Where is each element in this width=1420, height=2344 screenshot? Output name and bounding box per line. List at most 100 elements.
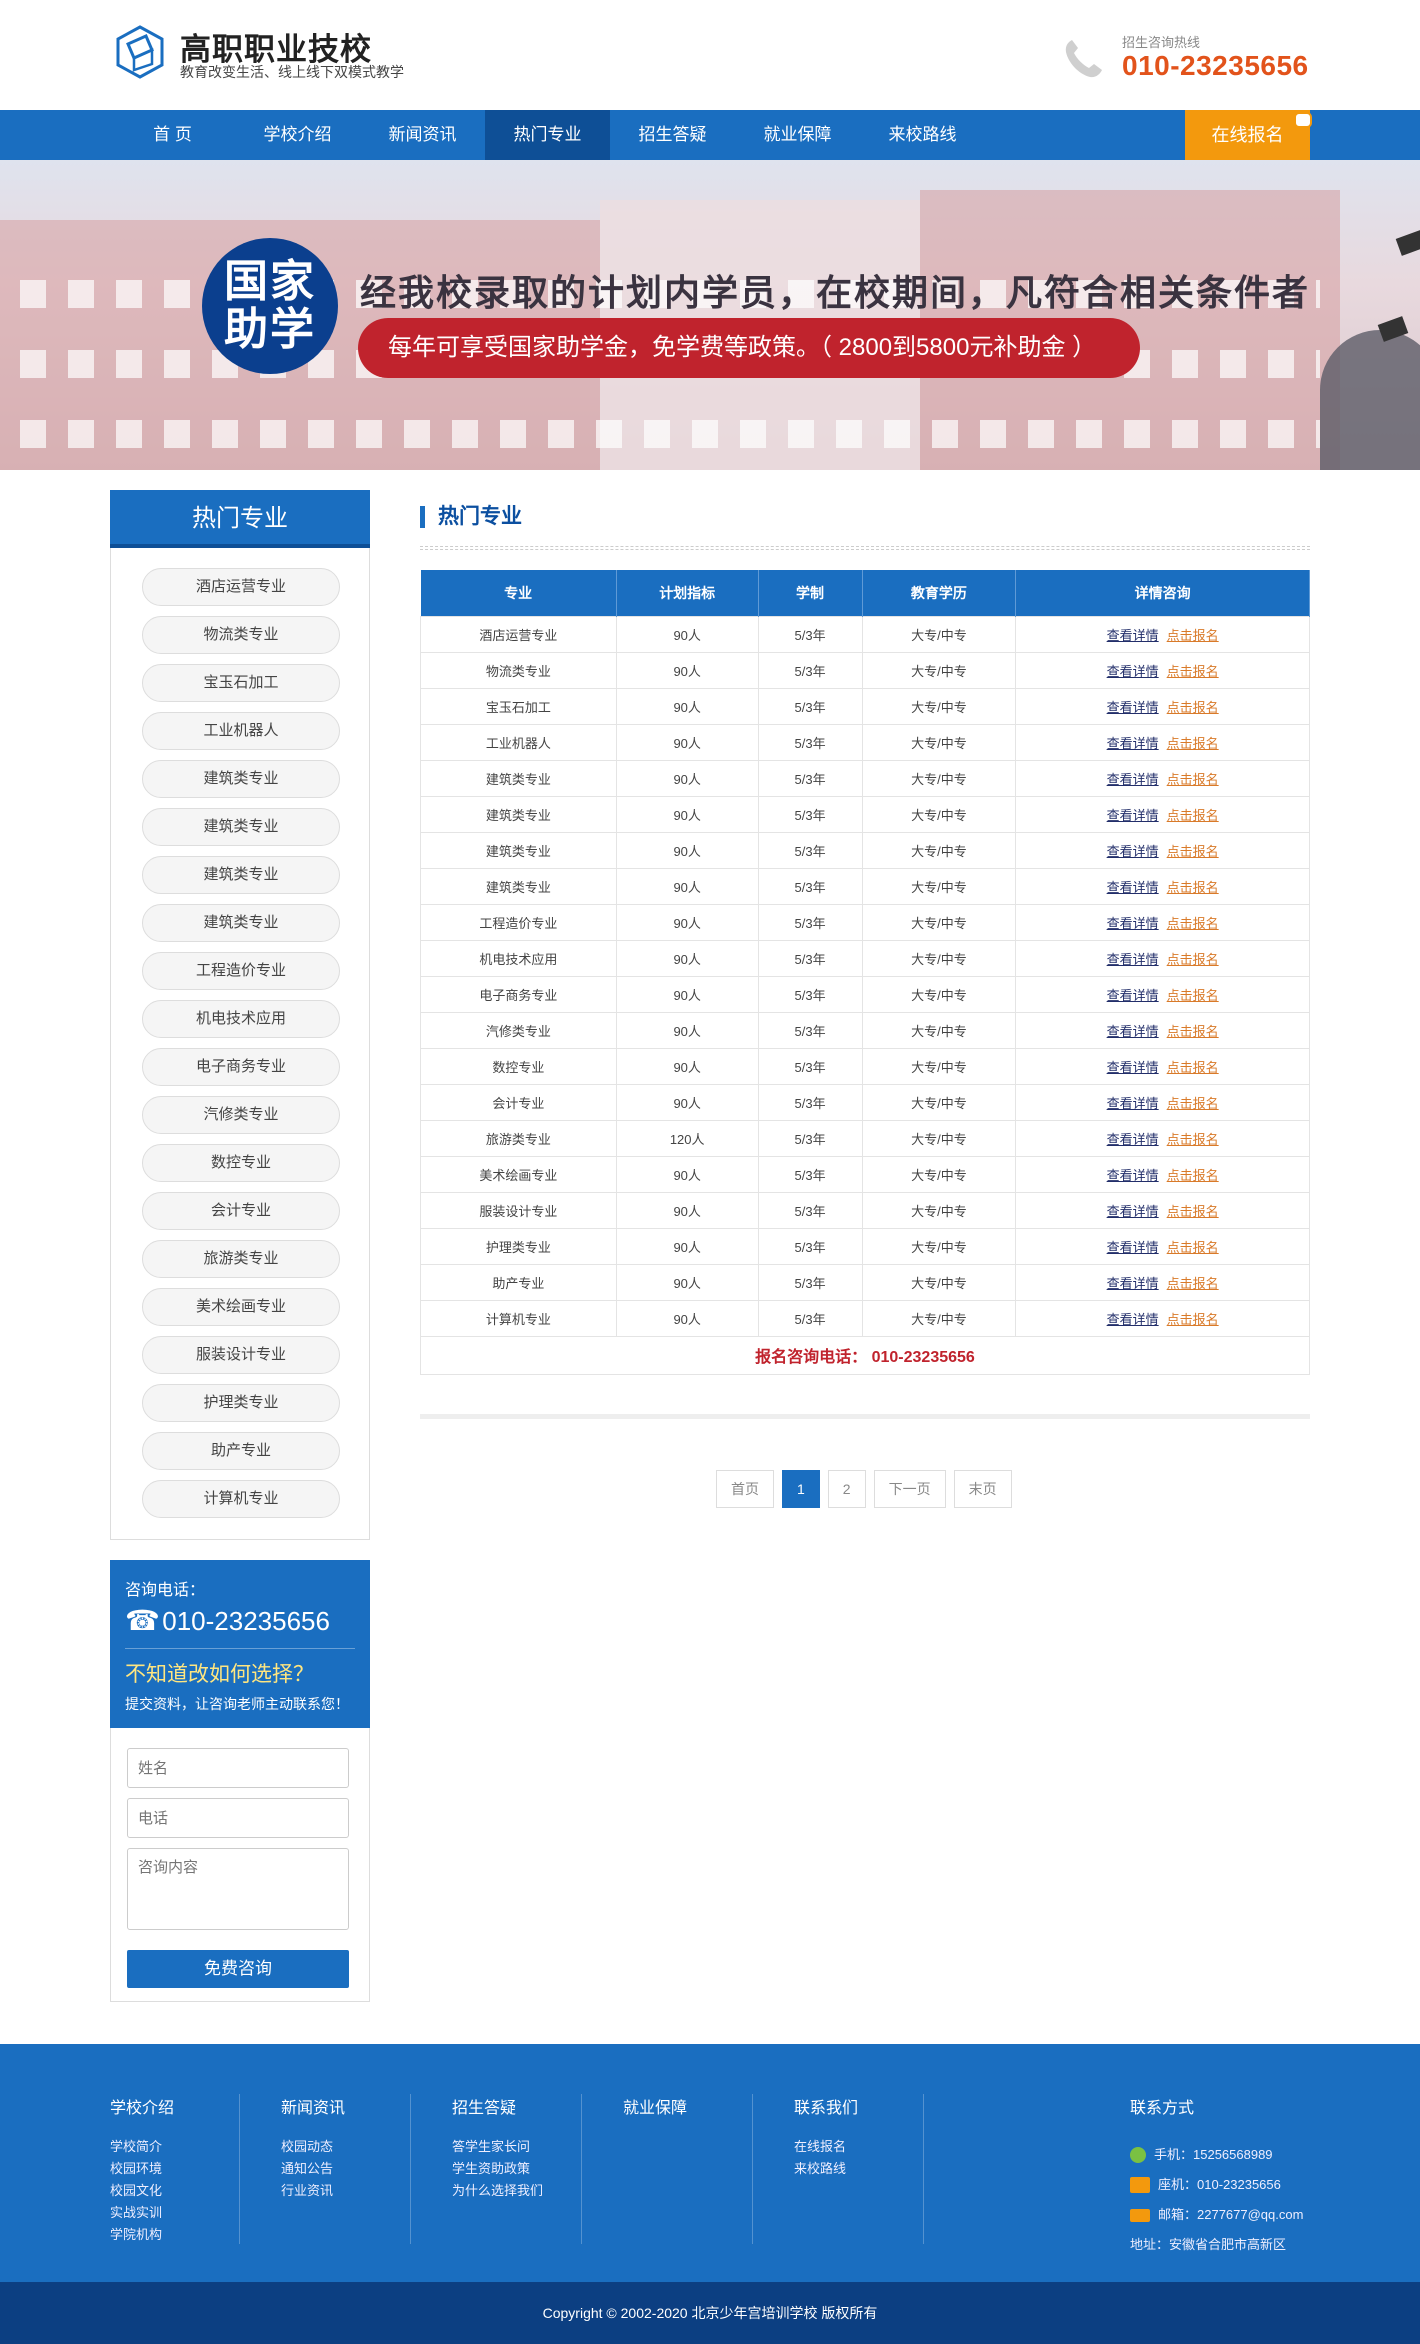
footer-col-title[interactable]: 就业保障 — [623, 2094, 752, 2118]
sidebar-item[interactable]: 宝玉石加工 — [142, 664, 340, 702]
footer-col: 学校介绍学校简介 校园环境 校园文化 实战实训 学院机构 — [110, 2094, 240, 2244]
sidebar-item[interactable]: 物流类专业 — [142, 616, 340, 654]
sidebar-item[interactable]: 工业机器人 — [142, 712, 340, 750]
footer-link[interactable]: 来校路线 — [794, 2158, 923, 2180]
nav-item-4[interactable]: 招生答疑 — [610, 110, 735, 160]
sidebar-item[interactable]: 护理类专业 — [142, 1384, 340, 1422]
apply-link[interactable]: 点击报名 — [1167, 664, 1219, 679]
pager-item[interactable]: 下一页 — [873, 1470, 946, 1508]
nav-item-0[interactable]: 首 页 — [110, 110, 235, 160]
apply-link[interactable]: 点击报名 — [1167, 844, 1219, 859]
view-detail-link[interactable]: 查看详情 — [1107, 664, 1159, 679]
sidebar-item[interactable]: 机电技术应用 — [142, 1000, 340, 1038]
sidebar-item[interactable]: 建筑类专业 — [142, 856, 340, 894]
apply-link[interactable]: 点击报名 — [1167, 1312, 1219, 1327]
sidebar-item[interactable]: 服装设计专业 — [142, 1336, 340, 1374]
view-detail-link[interactable]: 查看详情 — [1107, 1132, 1159, 1147]
phone-input[interactable] — [127, 1798, 349, 1838]
footer-col-title[interactable]: 招生答疑 — [452, 2094, 581, 2118]
view-detail-link[interactable]: 查看详情 — [1107, 1276, 1159, 1291]
sidebar-item[interactable]: 美术绘画专业 — [142, 1288, 340, 1326]
footer-col-title[interactable]: 联系我们 — [794, 2094, 923, 2118]
view-detail-link[interactable]: 查看详情 — [1107, 916, 1159, 931]
apply-link[interactable]: 点击报名 — [1167, 1276, 1219, 1291]
free-consult-button[interactable]: 免费咨询 — [127, 1950, 349, 1988]
sidebar-item[interactable]: 汽修类专业 — [142, 1096, 340, 1134]
apply-link[interactable]: 点击报名 — [1167, 952, 1219, 967]
nav-item-6[interactable]: 来校路线 — [860, 110, 985, 160]
nav-item-1[interactable]: 学校介绍 — [235, 110, 360, 160]
footer-link[interactable]: 学院机构 — [110, 2224, 239, 2246]
pager-item[interactable]: 1 — [782, 1470, 820, 1508]
view-detail-link[interactable]: 查看详情 — [1107, 1060, 1159, 1075]
view-detail-link[interactable]: 查看详情 — [1107, 1168, 1159, 1183]
footer-link[interactable]: 校园动态 — [281, 2136, 410, 2158]
logo-icon[interactable] — [112, 24, 168, 80]
view-detail-link[interactable]: 查看详情 — [1107, 880, 1159, 895]
apply-link[interactable]: 点击报名 — [1167, 1024, 1219, 1039]
sidebar-item[interactable]: 酒店运营专业 — [142, 568, 340, 606]
pager-item[interactable]: 末页 — [953, 1470, 1012, 1508]
view-detail-link[interactable]: 查看详情 — [1107, 1024, 1159, 1039]
content-textarea[interactable] — [127, 1848, 349, 1930]
apply-link[interactable]: 点击报名 — [1167, 1168, 1219, 1183]
apply-link[interactable]: 点击报名 — [1167, 916, 1219, 931]
nav-item-5[interactable]: 就业保障 — [735, 110, 860, 160]
nav-item-2[interactable]: 新闻资讯 — [360, 110, 485, 160]
apply-link[interactable]: 点击报名 — [1167, 1060, 1219, 1075]
sidebar-item[interactable]: 建筑类专业 — [142, 808, 340, 846]
footer-link[interactable]: 校园环境 — [110, 2158, 239, 2180]
view-detail-link[interactable]: 查看详情 — [1107, 736, 1159, 751]
footer-link[interactable]: 学生资助政策 — [452, 2158, 581, 2180]
footer-link[interactable]: 行业资讯 — [281, 2180, 410, 2202]
apply-online-button[interactable]: 在线报名 — [1185, 110, 1312, 160]
footer-link[interactable]: 在线报名 — [794, 2136, 923, 2158]
apply-link[interactable]: 点击报名 — [1167, 880, 1219, 895]
view-detail-link[interactable]: 查看详情 — [1107, 1240, 1159, 1255]
sidebar-item[interactable]: 旅游类专业 — [142, 1240, 340, 1278]
footer-link[interactable]: 实战实训 — [110, 2202, 239, 2224]
view-detail-link[interactable]: 查看详情 — [1107, 952, 1159, 967]
apply-link[interactable]: 点击报名 — [1167, 808, 1219, 823]
view-detail-link[interactable]: 查看详情 — [1107, 700, 1159, 715]
apply-link[interactable]: 点击报名 — [1167, 1096, 1219, 1111]
sidebar-item[interactable]: 工程造价专业 — [142, 952, 340, 990]
name-input[interactable] — [127, 1748, 349, 1788]
apply-link[interactable]: 点击报名 — [1167, 1204, 1219, 1219]
apply-link[interactable]: 点击报名 — [1167, 772, 1219, 787]
footer-col-title[interactable]: 学校介绍 — [110, 2094, 239, 2118]
footer-link[interactable]: 学校简介 — [110, 2136, 239, 2158]
apply-link[interactable]: 点击报名 — [1167, 1132, 1219, 1147]
sidebar-item[interactable]: 计算机专业 — [142, 1480, 340, 1518]
view-detail-link[interactable]: 查看详情 — [1107, 772, 1159, 787]
view-detail-link[interactable]: 查看详情 — [1107, 1312, 1159, 1327]
view-detail-link[interactable]: 查看详情 — [1107, 1204, 1159, 1219]
table-cell: 大专/中专 — [861, 1011, 1017, 1049]
sidebar-item[interactable]: 会计专业 — [142, 1192, 340, 1230]
footer-col-title[interactable]: 新闻资讯 — [281, 2094, 410, 2118]
footer-link[interactable]: 为什么选择我们 — [452, 2180, 581, 2202]
view-detail-link[interactable]: 查看详情 — [1107, 988, 1159, 1003]
apply-link[interactable]: 点击报名 — [1167, 700, 1219, 715]
sidebar-item[interactable]: 数控专业 — [142, 1144, 340, 1182]
footer-link[interactable]: 答学生家长问 — [452, 2136, 581, 2158]
apply-link[interactable]: 点击报名 — [1167, 988, 1219, 1003]
apply-link[interactable]: 点击报名 — [1167, 1240, 1219, 1255]
sidebar-item[interactable]: 建筑类专业 — [142, 904, 340, 942]
view-detail-link[interactable]: 查看详情 — [1107, 628, 1159, 643]
view-detail-link[interactable]: 查看详情 — [1107, 844, 1159, 859]
view-detail-link[interactable]: 查看详情 — [1107, 808, 1159, 823]
sidebar-item[interactable]: 助产专业 — [142, 1432, 340, 1470]
table-cell: 5/3年 — [757, 1191, 863, 1229]
footer-link[interactable]: 校园文化 — [110, 2180, 239, 2202]
sidebar-item[interactable]: 建筑类专业 — [142, 760, 340, 798]
apply-link[interactable]: 点击报名 — [1167, 736, 1219, 751]
view-detail-link[interactable]: 查看详情 — [1107, 1096, 1159, 1111]
table-cell-actions: 查看详情 点击报名 — [1015, 939, 1310, 977]
pager-item[interactable]: 2 — [827, 1470, 866, 1508]
apply-link[interactable]: 点击报名 — [1167, 628, 1219, 643]
nav-item-3[interactable]: 热门专业 — [485, 110, 610, 160]
footer-link[interactable]: 通知公告 — [281, 2158, 410, 2180]
sidebar-item[interactable]: 电子商务专业 — [142, 1048, 340, 1086]
pager-item[interactable]: 首页 — [716, 1470, 774, 1508]
